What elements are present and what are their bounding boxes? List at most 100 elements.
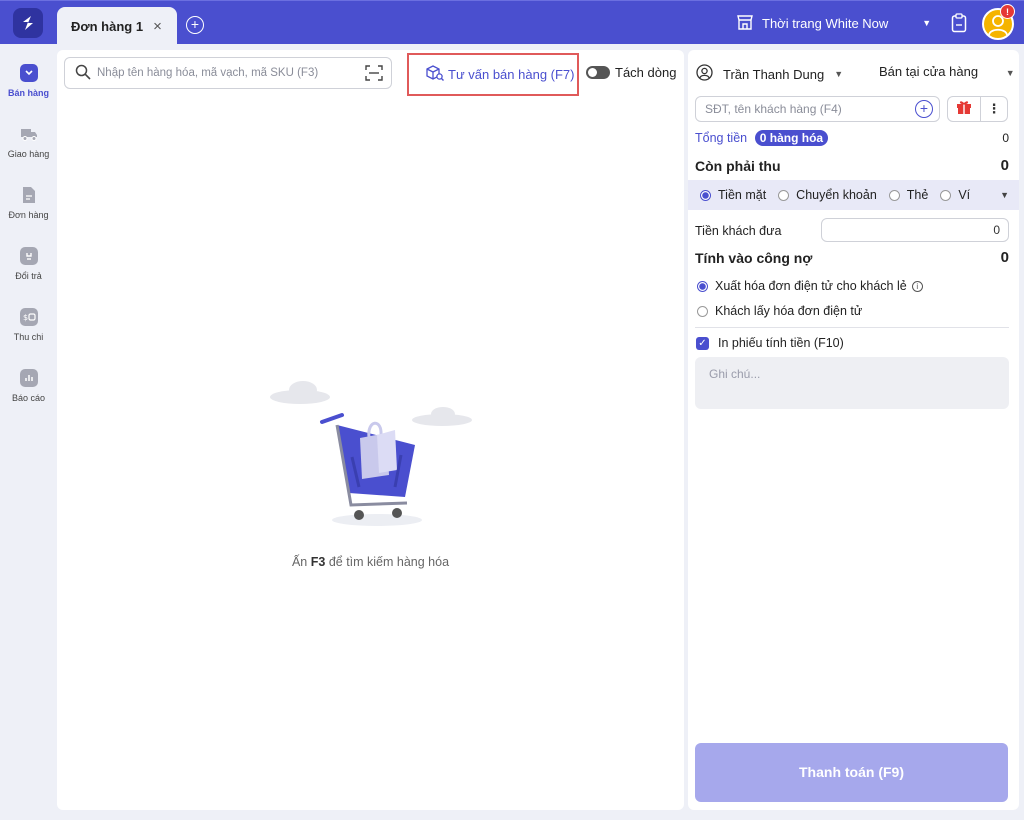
sidebar-item-label: Đơn hàng bbox=[8, 210, 49, 220]
customer-placeholder: SĐT, tên khách hàng (F4) bbox=[705, 102, 842, 116]
sales-advice-label: Tư vấn bán hàng (F7) bbox=[448, 67, 575, 82]
chevron-down-icon: ▼ bbox=[922, 18, 932, 28]
payment-option-cash[interactable]: Tiền mặt bbox=[700, 188, 766, 202]
radio-selected[interactable] bbox=[697, 280, 708, 292]
product-search-input[interactable]: Nhập tên hàng hóa, mã vạch, mã SKU (F3) bbox=[64, 57, 392, 89]
sidebar-item-label: Thu chi bbox=[13, 332, 44, 342]
gift-button[interactable] bbox=[947, 96, 981, 122]
radio-selected[interactable] bbox=[700, 189, 711, 201]
staff-name: Trần Thanh Dung bbox=[723, 66, 825, 82]
sales-channel-selector[interactable]: Bán tại cửa hàng ▼ bbox=[879, 64, 1015, 79]
total-label: Tổng tiền bbox=[695, 131, 748, 145]
total-value: 0 bbox=[1002, 130, 1009, 145]
customer-search-input[interactable]: SĐT, tên khách hàng (F4) + bbox=[695, 96, 940, 122]
svg-text:$: $ bbox=[23, 313, 28, 322]
toggle-switch[interactable] bbox=[586, 66, 610, 79]
checkout-button[interactable]: Thanh toán (F9) bbox=[695, 743, 1008, 802]
store-selector[interactable]: Thời trang White Now ▼ bbox=[736, 12, 931, 34]
hint-prefix: Ấn bbox=[291, 555, 308, 569]
empty-state-hint: Ấn F3 để tìm kiếm hàng hóa bbox=[57, 555, 684, 569]
radio[interactable] bbox=[940, 189, 952, 201]
tab-label: Đơn hàng bbox=[71, 18, 133, 34]
search-placeholder: Nhập tên hàng hóa, mã vạch, mã SKU (F3) bbox=[97, 67, 319, 79]
chevron-down-icon: ▼ bbox=[1005, 68, 1015, 78]
truck-icon bbox=[20, 125, 38, 143]
sidebar-item-orders[interactable]: Đơn hàng bbox=[0, 186, 57, 220]
print-receipt-checkbox[interactable]: ✓ In phiếu tính tiền (F10) bbox=[696, 336, 844, 350]
payment-option-label: Tiền mặt bbox=[718, 188, 767, 202]
user-circle-icon bbox=[696, 64, 713, 84]
notification-badge: ! bbox=[1000, 4, 1015, 19]
payment-option-transfer[interactable]: Chuyển khoản bbox=[778, 188, 877, 202]
invoice-option-customer[interactable]: Khách lấy hóa đơn điện tử bbox=[697, 304, 862, 318]
split-line-toggle[interactable]: Tách dòng bbox=[586, 65, 676, 80]
barcode-scan-icon[interactable] bbox=[365, 65, 383, 84]
main-panel: Nhập tên hàng hóa, mã vạch, mã SKU (F3) … bbox=[57, 50, 684, 810]
payment-option-wallet[interactable]: Ví bbox=[940, 188, 970, 202]
radio[interactable] bbox=[778, 189, 790, 201]
checkout-panel: Trần Thanh Dung ▼ Bán tại cửa hàng ▼ SĐT… bbox=[688, 50, 1019, 810]
items-count-badge: 0 hàng hóa bbox=[754, 130, 829, 146]
tab-order-1[interactable]: Đơn hàng 1 × bbox=[57, 7, 177, 45]
radio[interactable] bbox=[697, 305, 708, 317]
search-icon bbox=[75, 64, 91, 83]
payment-option-card[interactable]: Thẻ bbox=[888, 188, 929, 202]
remaining-row: Còn phải thu 0 bbox=[695, 157, 1009, 174]
sidebar-item-returns[interactable]: Đổi trả bbox=[0, 247, 57, 281]
payment-option-label: Chuyển khoản bbox=[796, 188, 877, 202]
app-logo-icon[interactable] bbox=[13, 8, 43, 38]
divider bbox=[695, 327, 1009, 328]
store-name: Thời trang White Now bbox=[762, 15, 889, 31]
sidebar: Bán hàng Giao hàng Đơn hàng Đổi trả $ Th… bbox=[0, 44, 57, 820]
sidebar-item-delivery[interactable]: Giao hàng bbox=[0, 125, 57, 159]
chevron-down-icon[interactable]: ▼ bbox=[1000, 190, 1009, 200]
add-customer-button[interactable]: + bbox=[915, 100, 933, 118]
payment-option-label: Ví bbox=[958, 188, 971, 202]
sidebar-item-label: Báo cáo bbox=[11, 393, 46, 403]
debt-value: 0 bbox=[1000, 249, 1009, 266]
store-icon bbox=[736, 13, 754, 34]
gift-icon bbox=[956, 100, 972, 118]
sidebar-item-label: Đổi trả bbox=[15, 271, 42, 281]
remaining-value: 0 bbox=[1000, 157, 1009, 174]
payment-method-bar: Tiền mặt Chuyển khoản Thẻ Ví ▼ bbox=[688, 180, 1019, 210]
document-icon bbox=[20, 186, 38, 204]
hint-key: F3 bbox=[310, 555, 326, 569]
invoice-option-retail[interactable]: Xuất hóa đơn điện tử cho khách lẻ i bbox=[697, 279, 923, 293]
sidebar-item-reports[interactable]: Báo cáo bbox=[0, 369, 57, 403]
cash-given-input[interactable]: 0 bbox=[821, 218, 1009, 242]
cash-icon: $ bbox=[19, 308, 38, 326]
checkbox-checked-icon[interactable]: ✓ bbox=[696, 336, 709, 350]
remaining-label: Còn phải thu bbox=[695, 157, 781, 174]
tab-number: 1 bbox=[135, 18, 144, 34]
info-icon[interactable]: i bbox=[911, 280, 923, 292]
total-row: Tổng tiền 0 hàng hóa 0 bbox=[695, 130, 1009, 146]
staff-selector[interactable]: Trần Thanh Dung ▼ bbox=[696, 64, 843, 84]
empty-cart-illustration bbox=[270, 381, 472, 526]
cash-given-label: Tiền khách đưa bbox=[695, 224, 782, 238]
top-bar: Đơn hàng 1 × + Thời trang White Now ▼ ! bbox=[0, 0, 1024, 45]
radio[interactable] bbox=[888, 189, 900, 201]
return-box-icon bbox=[19, 247, 38, 265]
chevron-down-icon: ▼ bbox=[834, 69, 844, 79]
note-textarea[interactable]: Ghi chú... bbox=[695, 357, 1009, 409]
sales-channel-label: Bán tại cửa hàng bbox=[879, 64, 979, 79]
more-options-button[interactable]: ⋮ bbox=[981, 96, 1008, 122]
report-chart-icon bbox=[19, 369, 38, 387]
invoice-option-label: Khách lấy hóa đơn điện tử bbox=[715, 304, 863, 318]
hint-suffix: để tìm kiếm hàng hóa bbox=[328, 555, 450, 569]
sidebar-item-label: Bán hàng bbox=[7, 88, 49, 98]
sales-advice-button[interactable]: Tư vấn bán hàng (F7) bbox=[407, 53, 579, 96]
sidebar-item-sales[interactable]: Bán hàng bbox=[0, 64, 57, 98]
invoice-option-label: Xuất hóa đơn điện tử cho khách lẻ bbox=[715, 279, 907, 293]
add-tab-button[interactable]: + bbox=[186, 16, 204, 34]
debt-label: Tính vào công nợ bbox=[695, 249, 813, 266]
sidebar-item-cashflow[interactable]: $ Thu chi bbox=[0, 308, 57, 342]
split-line-label: Tách dòng bbox=[615, 65, 677, 80]
payment-option-label: Thẻ bbox=[906, 188, 929, 202]
clipboard-icon[interactable] bbox=[951, 13, 967, 36]
cart-icon bbox=[19, 64, 38, 82]
debt-row: Tính vào công nợ 0 bbox=[695, 249, 1009, 266]
sidebar-item-label: Giao hàng bbox=[7, 149, 50, 159]
tab-close-icon[interactable]: × bbox=[153, 18, 162, 35]
